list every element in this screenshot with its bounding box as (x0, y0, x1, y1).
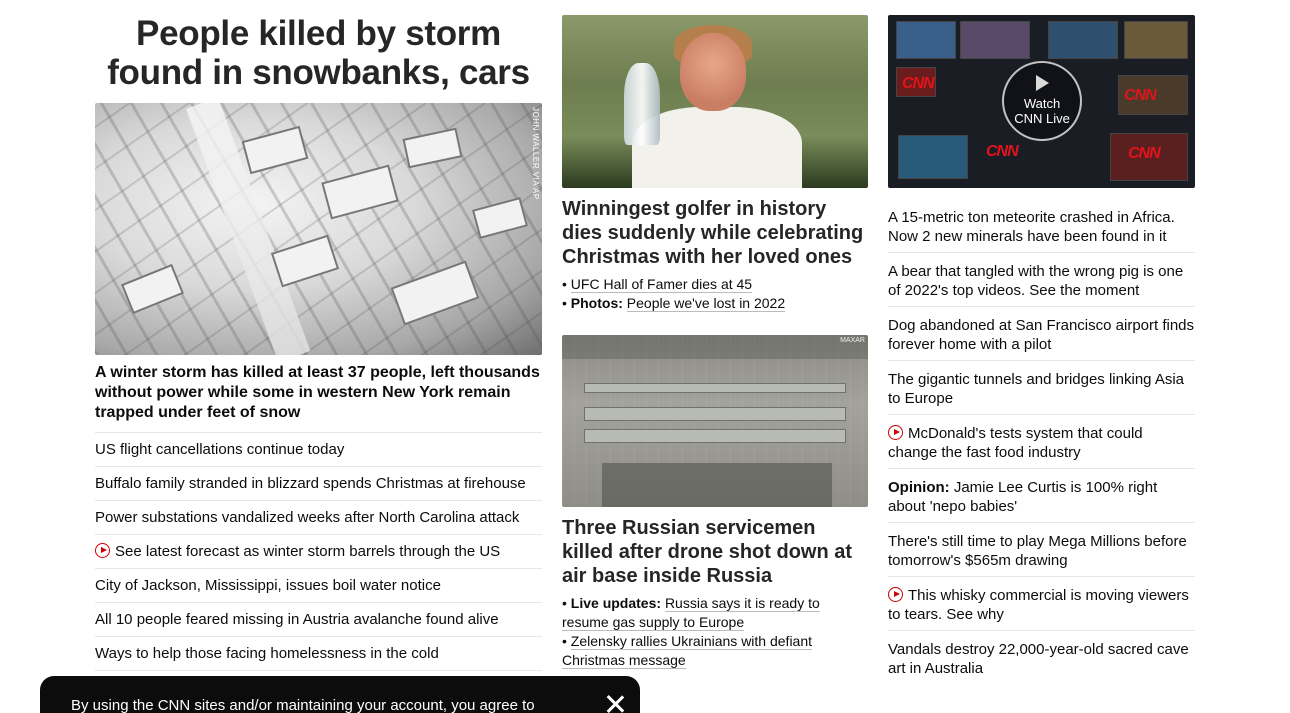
list-item[interactable]: All 10 people feared missing in Austria … (95, 603, 542, 637)
golfer-image[interactable] (562, 15, 868, 188)
watch-live-button[interactable]: Watch CNN Live (1002, 61, 1082, 141)
list-item-text: Buffalo family stranded in blizzard spen… (95, 475, 526, 492)
list-item-text: A 15-metric ton meteorite crashed in Afr… (888, 209, 1175, 245)
right-rail-column: CNN CNN CNN CNN Watch CNN Live A 15-metr… (888, 0, 1195, 684)
related-link[interactable]: • UFC Hall of Famer dies at 45 (562, 275, 868, 294)
related-link[interactable]: • Photos: People we've lost in 2022 (562, 294, 868, 313)
main-headline[interactable]: People killed by storm found in snowbank… (95, 0, 542, 103)
secondary-story-column: Winningest golfer in history dies sudden… (562, 0, 868, 670)
watch-label: Watch (1023, 96, 1061, 111)
storm-aerial-image[interactable]: JOHN WALLER VIA AP (95, 103, 542, 355)
cnn-logo: CNN (1128, 145, 1161, 162)
related-link[interactable]: • Zelensky rallies Ukrainians with defia… (562, 632, 868, 670)
list-item-text: Ways to help those facing homelessness i… (95, 645, 439, 662)
list-item-text: All 10 people feared missing in Austria … (95, 611, 499, 628)
house-shape (121, 263, 184, 315)
house-shape (270, 234, 340, 288)
list-item[interactable]: Power substations vandalized weeks after… (95, 501, 542, 535)
monitor-shape (960, 21, 1030, 59)
list-item[interactable]: Opinion: Jamie Lee Curtis is 100% right … (888, 469, 1195, 523)
golfer-headline[interactable]: Winningest golfer in history dies sudden… (562, 197, 868, 269)
opinion-label: Opinion: (888, 479, 950, 496)
runway-shape (584, 383, 846, 393)
list-item[interactable]: McDonald's tests system that could chang… (888, 415, 1195, 469)
monitor-shape (1048, 21, 1118, 59)
play-circle-icon (888, 587, 903, 602)
list-item-text: This whisky commercial is moving viewers… (888, 587, 1189, 623)
list-item-text: The gigantic tunnels and bridges linking… (888, 371, 1185, 407)
face-shape (680, 33, 746, 111)
list-item[interactable]: Buffalo family stranded in blizzard spen… (95, 467, 542, 501)
monitor-shape (896, 21, 956, 59)
list-item-text: City of Jackson, Mississippi, issues boi… (95, 577, 441, 594)
close-icon[interactable] (605, 694, 625, 713)
list-item-text: A bear that tangled with the wrong pig i… (888, 263, 1184, 299)
list-item[interactable]: A 15-metric ton meteorite crashed in Afr… (888, 199, 1195, 253)
list-item-text: Power substations vandalized weeks after… (95, 509, 520, 526)
list-item[interactable]: The gigantic tunnels and bridges linking… (888, 361, 1195, 415)
cnn-live-video[interactable]: CNN CNN CNN CNN Watch CNN Live (888, 15, 1195, 188)
airbase-satellite-image[interactable]: MAXAR (562, 335, 868, 507)
house-shape (241, 125, 309, 175)
cnn-logo: CNN (902, 75, 935, 92)
image-credit: MAXAR (840, 337, 865, 344)
list-item[interactable]: This whisky commercial is moving viewers… (888, 577, 1195, 631)
image-credit: JOHN WALLER VIA AP (531, 107, 540, 200)
list-item[interactable]: Dog abandoned at San Francisco airport f… (888, 307, 1195, 361)
house-shape (390, 260, 480, 326)
list-item-text: Vandals destroy 22,000-year-old sacred c… (888, 641, 1189, 677)
list-item[interactable]: Ways to help those facing homelessness i… (95, 637, 542, 671)
list-item-text: There's still time to play Mega Millions… (888, 533, 1187, 569)
cnn-logo: CNN (986, 143, 1019, 160)
list-item-text: US flight cancellations continue today (95, 441, 345, 458)
cookie-consent-banner: By using the CNN sites and/or maintainin… (40, 676, 640, 713)
list-item[interactable]: See latest forecast as winter storm barr… (95, 535, 542, 569)
runway-shape (584, 407, 846, 421)
list-item[interactable]: US flight cancellations continue today (95, 433, 542, 467)
russia-headline[interactable]: Three Russian servicemen killed after dr… (562, 516, 868, 588)
list-item[interactable]: Vandals destroy 22,000-year-old sacred c… (888, 631, 1195, 684)
play-icon (1035, 75, 1049, 91)
trophy-shape (624, 63, 660, 145)
list-item-text: Dog abandoned at San Francisco airport f… (888, 317, 1195, 353)
field-shape (602, 463, 832, 507)
house-shape (402, 127, 463, 169)
list-item-text: See latest forecast as winter storm barr… (115, 543, 501, 560)
related-link-text: People we've lost in 2022 (626, 295, 786, 312)
related-link-label: Live updates: (570, 595, 662, 611)
list-item[interactable]: There's still time to play Mega Millions… (888, 523, 1195, 577)
banner-text: By using the CNN sites and/or maintainin… (71, 697, 535, 713)
list-item-text: McDonald's tests system that could chang… (888, 425, 1143, 461)
monitor-shape (898, 135, 968, 179)
house-shape (471, 197, 529, 239)
runway-shape (584, 429, 846, 443)
watch-label: CNN Live (1014, 111, 1070, 126)
related-link-label: Photos: (570, 295, 623, 311)
play-circle-icon (95, 543, 110, 558)
list-item[interactable]: City of Jackson, Mississippi, issues boi… (95, 569, 542, 603)
play-circle-icon (888, 425, 903, 440)
house-shape (321, 164, 399, 220)
related-link-text: Zelensky rallies Ukrainians with defiant… (562, 633, 813, 669)
related-link[interactable]: • Live updates: Russia says it is ready … (562, 594, 868, 632)
monitor-shape (1124, 21, 1188, 59)
main-story-column: People killed by storm found in snowbank… (95, 0, 542, 671)
list-item[interactable]: A bear that tangled with the wrong pig i… (888, 253, 1195, 307)
related-link-text: UFC Hall of Famer dies at 45 (570, 276, 753, 293)
cnn-logo: CNN (1124, 87, 1157, 104)
lead-summary-link[interactable]: A winter storm has killed at least 37 pe… (95, 363, 542, 433)
field-shape (562, 335, 868, 359)
